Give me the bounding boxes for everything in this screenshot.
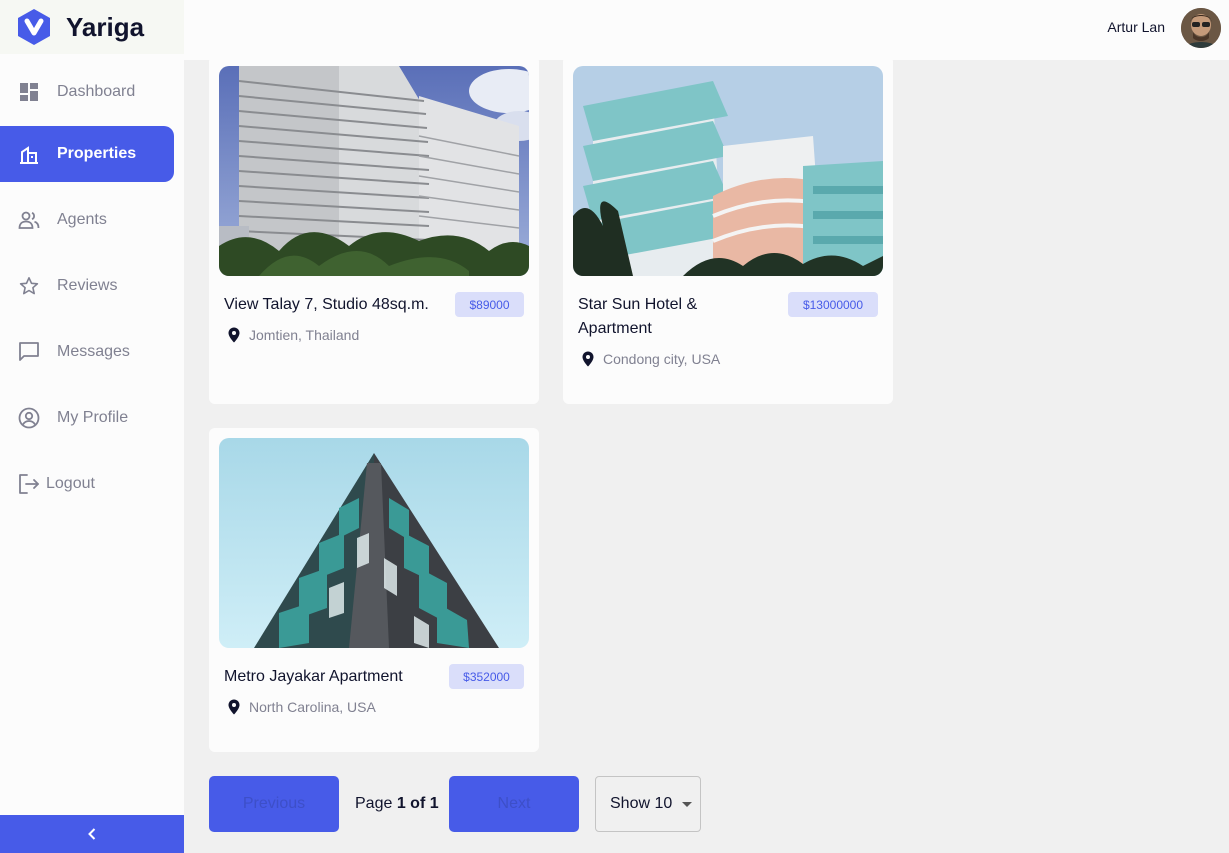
chevron-left-icon bbox=[88, 828, 96, 840]
sidebar: Yariga Dashboard Properties Agents Revie… bbox=[0, 0, 184, 853]
sidebar-collapse-button[interactable] bbox=[0, 815, 184, 853]
property-image bbox=[219, 438, 529, 648]
message-icon bbox=[18, 341, 40, 363]
sidebar-item-my-profile[interactable]: My Profile bbox=[0, 390, 174, 446]
dashboard-icon bbox=[18, 81, 40, 103]
property-card[interactable]: Metro Jayakar Apartment $352000 North Ca… bbox=[209, 428, 539, 752]
property-image bbox=[573, 66, 883, 276]
sidebar-item-label: Agents bbox=[57, 211, 107, 228]
location-text: North Carolina, USA bbox=[249, 699, 376, 715]
page-value: 1 of 1 bbox=[396, 795, 439, 812]
page-size-value: Show 10 bbox=[610, 795, 673, 812]
sidebar-item-agents[interactable]: Agents bbox=[0, 192, 174, 248]
brand[interactable]: Yariga bbox=[0, 0, 184, 54]
property-title: Metro Jayakar Apartment bbox=[224, 668, 403, 685]
location-text: Jomtien, Thailand bbox=[249, 327, 360, 343]
sidebar-item-label: Logout bbox=[46, 475, 95, 492]
previous-page-button[interactable]: Previous bbox=[209, 776, 339, 832]
property-location: Condong city, USA bbox=[581, 351, 720, 367]
property-card[interactable]: View Talay 7, Studio 48sq.m. $89000 Jomt… bbox=[209, 56, 539, 404]
top-header: Artur Lan bbox=[184, 0, 1229, 60]
location-pin-icon bbox=[228, 327, 240, 343]
properties-icon bbox=[18, 143, 40, 165]
price-badge: $352000 bbox=[449, 664, 524, 689]
brand-name: Yariga bbox=[66, 11, 145, 42]
sidebar-item-label: Messages bbox=[57, 343, 130, 360]
caret-down-icon bbox=[682, 801, 693, 807]
price-badge: $89000 bbox=[455, 292, 524, 317]
sidebar-item-reviews[interactable]: Reviews bbox=[0, 258, 174, 314]
agents-icon bbox=[18, 209, 40, 231]
profile-icon bbox=[18, 407, 40, 429]
page-size-select[interactable]: Show 10 bbox=[595, 776, 701, 832]
sidebar-item-label: My Profile bbox=[57, 409, 129, 426]
next-page-button[interactable]: Next bbox=[449, 776, 579, 832]
property-title-line-2: Apartment bbox=[578, 320, 652, 337]
sidebar-item-label: Dashboard bbox=[57, 83, 136, 100]
sidebar-item-logout[interactable]: Logout bbox=[0, 456, 174, 512]
sidebar-item-dashboard[interactable]: Dashboard bbox=[0, 64, 174, 120]
location-pin-icon bbox=[582, 351, 594, 367]
property-card[interactable]: Star Sun Hotel & Apartment $13000000 Con… bbox=[563, 56, 893, 404]
location-pin-icon bbox=[228, 699, 240, 715]
avatar[interactable] bbox=[1181, 8, 1221, 48]
location-text: Condong city, USA bbox=[603, 351, 721, 367]
sidebar-item-messages[interactable]: Messages bbox=[0, 324, 174, 380]
property-location: North Carolina, USA bbox=[227, 699, 376, 715]
page-indicator: Page 1 of 1 bbox=[355, 795, 439, 813]
sidebar-item-properties[interactable]: Properties bbox=[0, 126, 174, 182]
property-location: Jomtien, Thailand bbox=[227, 327, 359, 343]
logout-icon bbox=[18, 473, 40, 495]
property-image bbox=[219, 66, 529, 276]
property-title: View Talay 7, Studio 48sq.m. bbox=[224, 296, 429, 313]
star-icon bbox=[18, 275, 40, 297]
sidebar-item-label: Properties bbox=[57, 145, 137, 162]
user-name: Artur Lan bbox=[1107, 19, 1165, 35]
page-prefix: Page bbox=[355, 795, 393, 812]
property-title-line-1: Star Sun Hotel & bbox=[578, 296, 698, 313]
price-badge: $13000000 bbox=[788, 292, 878, 317]
sidebar-item-label: Reviews bbox=[57, 277, 118, 294]
yariga-logo-icon bbox=[18, 9, 50, 45]
